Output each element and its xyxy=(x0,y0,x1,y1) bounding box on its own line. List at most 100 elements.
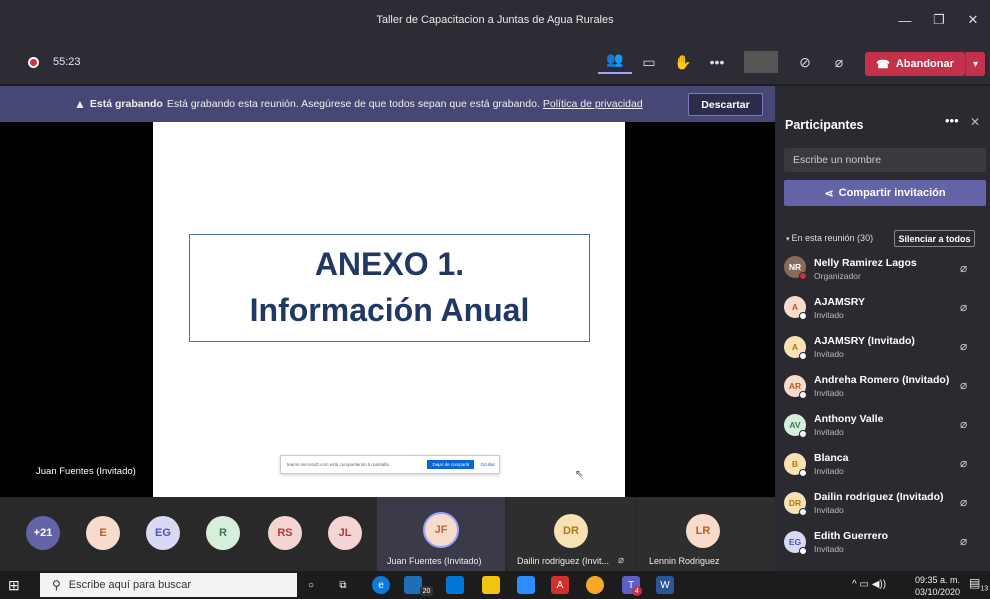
mic-off-icon: ⌀ xyxy=(960,261,968,275)
share-icon: ⋖ xyxy=(824,187,834,200)
avatar[interactable]: E xyxy=(86,516,120,550)
tile-name: Lennin Rodriguez xyxy=(649,556,720,566)
taskbar-search-input[interactable]: ⚲ Escribe aquí para buscar xyxy=(40,573,297,597)
edge-icon[interactable]: e xyxy=(372,576,390,594)
task-view-icon[interactable]: ⧉ xyxy=(334,576,352,594)
window-title: Taller de Capacitacion a Juntas de Agua … xyxy=(376,14,614,26)
leave-button[interactable]: ☎ Abandonar xyxy=(865,52,965,76)
banner-title: Está grabando xyxy=(89,98,163,110)
clock[interactable]: 09:35 a. m. 03/10/2020 xyxy=(915,574,960,598)
minimize-icon[interactable]: — xyxy=(888,13,922,28)
status-icon xyxy=(799,391,807,399)
cortana-icon[interactable]: ○ xyxy=(302,576,320,594)
mute-all-button[interactable]: Silenciar a todos xyxy=(894,230,975,247)
share-invite-button[interactable]: ⋖ Compartir invitación xyxy=(784,180,986,206)
dismiss-button[interactable]: Descartar xyxy=(688,93,763,116)
screen-share-notice: teams.microsoft.com está compartiendo tu… xyxy=(280,455,500,474)
participant-role: Invitado xyxy=(814,505,844,515)
participant-name[interactable]: Edith Guerrero xyxy=(814,530,888,542)
mic-off-icon: ⌀ xyxy=(960,300,968,314)
mic-off-icon[interactable]: ⌀ xyxy=(822,54,856,71)
mic-off-icon: ⌀ xyxy=(960,495,968,509)
word-icon[interactable]: W xyxy=(656,576,674,594)
more-icon[interactable]: ••• xyxy=(945,113,959,128)
leave-options-button[interactable]: ▾ xyxy=(965,52,985,76)
meeting-timer: 55:23 xyxy=(53,56,81,68)
avatar[interactable]: RS xyxy=(268,516,302,550)
chat-icon[interactable]: ▭ xyxy=(632,54,666,71)
participant-role: Invitado xyxy=(814,310,844,320)
share-notice-text: teams.microsoft.com está compartiendo tu… xyxy=(287,462,391,467)
window-controls: — ❐ ✕ xyxy=(888,0,990,40)
slide-title-line2: Información Anual xyxy=(249,292,530,328)
participant-name[interactable]: Anthony Valle xyxy=(814,413,883,425)
hide-button[interactable]: Ocultar xyxy=(480,462,495,467)
participant-role: Invitado xyxy=(814,349,844,359)
status-icon xyxy=(799,508,807,516)
section-header[interactable]: ▾ En esta reunión (30) xyxy=(786,233,873,243)
mic-off-icon: ⌀ xyxy=(618,555,625,566)
windows-start-icon[interactable]: ⊞ xyxy=(8,577,20,594)
privacy-link[interactable]: Política de privacidad xyxy=(543,98,643,110)
more-icon[interactable]: ••• xyxy=(700,54,734,70)
status-icon xyxy=(799,352,807,360)
search-icon: ⚲ xyxy=(52,578,61,592)
notification-icon[interactable]: ▤13 xyxy=(969,576,988,592)
zoom-icon[interactable] xyxy=(517,576,535,594)
acrobat-icon[interactable]: A xyxy=(551,576,569,594)
participant-name[interactable]: AJAMSRY (Invitado) xyxy=(814,335,915,347)
avatar[interactable]: JL xyxy=(328,516,362,550)
participant-role: Invitado xyxy=(814,427,844,437)
avatar: DR xyxy=(554,514,588,548)
overflow-avatar[interactable]: +21 xyxy=(26,516,60,550)
participant-name[interactable]: Blanca xyxy=(814,452,848,464)
meeting-toolbar: 55:23 👥 ▭ ✋ ••• ⊘ ⌀ ⇪ xyxy=(0,40,990,84)
participant-name[interactable]: Dailin rodriguez (Invitado) xyxy=(814,491,944,503)
file-explorer-icon[interactable] xyxy=(482,576,500,594)
camera-off-icon[interactable]: ⊘ xyxy=(788,54,822,71)
taskbar-search-placeholder: Escribe aquí para buscar xyxy=(68,579,192,591)
maximize-icon[interactable]: ❐ xyxy=(922,12,956,28)
participant-role: Organizador xyxy=(814,271,861,281)
store-app-icon[interactable] xyxy=(446,576,464,594)
participant-name[interactable]: Nelly Ramirez Lagos xyxy=(814,257,917,269)
participant-role: Invitado xyxy=(814,544,844,554)
participant-search-input[interactable]: Escribe un nombre xyxy=(784,148,986,172)
title-bar: Taller de Capacitacion a Juntas de Agua … xyxy=(0,0,990,40)
mic-off-icon: ⌀ xyxy=(960,456,968,470)
invite-label: Compartir invitación xyxy=(838,187,946,199)
raise-hand-icon[interactable]: ✋ xyxy=(666,54,700,71)
participant-name[interactable]: AJAMSRY xyxy=(814,296,865,308)
status-icon xyxy=(799,430,807,438)
chevron-down-icon: ▾ xyxy=(786,236,790,243)
slide-title-line1: ANEXO 1. xyxy=(314,246,465,282)
mic-off-icon: ⌀ xyxy=(960,339,968,353)
participant-name[interactable]: Andreha Romero (Invitado) xyxy=(814,374,949,386)
stop-sharing-button[interactable]: Dejar de compartir xyxy=(427,460,475,469)
banner-message: Está grabando esta reunión. Asegúrese de… xyxy=(166,98,540,110)
recording-banner: ▲ Está grabando Está grabando esta reuni… xyxy=(0,86,775,122)
store-badge: 20 xyxy=(420,586,433,596)
avatar: JF xyxy=(423,512,459,548)
clock-time: 09:35 a. m. xyxy=(915,575,961,585)
mic-off-icon: ⌀ xyxy=(960,378,968,392)
mic-off-icon: ⌀ xyxy=(960,534,968,548)
hangup-icon: ☎ xyxy=(876,58,890,71)
close-icon[interactable]: ✕ xyxy=(956,12,990,28)
toolbar-actions: 👥 ▭ ✋ ••• ⊘ ⌀ ⇪ xyxy=(598,40,890,84)
mic-off-icon: ⌀ xyxy=(960,417,968,431)
toolbar-divider xyxy=(744,51,778,73)
status-icon xyxy=(799,547,807,555)
avatar[interactable]: EG xyxy=(146,516,180,550)
notification-count: 13 xyxy=(980,585,989,593)
panel-title: Participantes xyxy=(785,118,864,132)
close-icon[interactable]: ✕ xyxy=(970,115,980,129)
presenter-name: Juan Fuentes (Invitado) xyxy=(36,466,136,477)
people-icon[interactable]: 👥 xyxy=(598,51,632,74)
chrome-icon[interactable] xyxy=(586,576,604,594)
system-tray[interactable]: ^ ▭ ◀)) xyxy=(852,579,886,590)
avatar[interactable]: R xyxy=(206,516,240,550)
tile-name: Juan Fuentes (Invitado) xyxy=(387,556,482,566)
teams-badge: 4 xyxy=(632,586,642,596)
chevron-down-icon: ▾ xyxy=(972,58,979,70)
